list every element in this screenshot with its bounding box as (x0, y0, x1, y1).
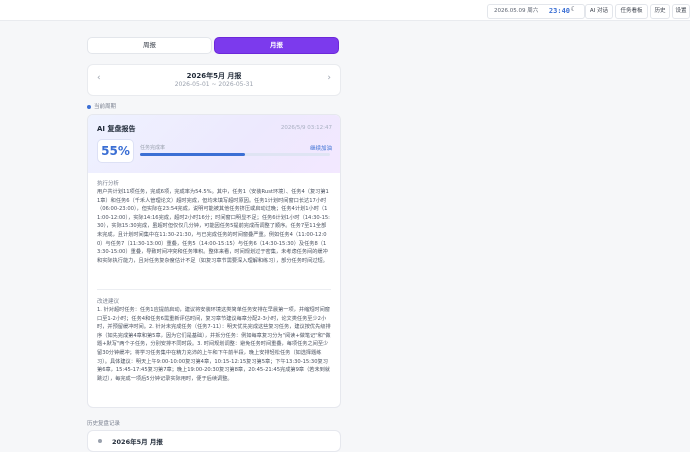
period-title: 2026年5月 月报 (186, 72, 242, 80)
section-divider (97, 289, 331, 290)
suggestion-text: 1. 针对超时任务：任务1应提前启动，建议将安装环境这类简单任务安排在早晨第一项… (97, 307, 331, 382)
date-text: 2026.05.09 周六 (494, 8, 539, 14)
progress-label: 任务完成率 (140, 145, 166, 151)
history-item[interactable]: 2026年5月 月报 (87, 430, 341, 452)
moon-icon[interactable]: ☾ (569, 5, 578, 14)
period-range: 2026-05-01 ~ 2026-05-31 (174, 81, 254, 88)
settings-button[interactable]: 设置 (672, 4, 690, 19)
report-type-tabs: 周报 月报 (87, 37, 339, 54)
progress-bar (140, 153, 330, 156)
history-dot-icon (98, 439, 102, 443)
tab-monthly[interactable]: 月报 (214, 37, 339, 54)
analysis-heading: 执行分析 (97, 181, 120, 187)
tab-weekly[interactable]: 周报 (87, 37, 212, 54)
history-label: 历史复盘记录 (87, 421, 121, 427)
current-period-text: 当前周期 (94, 104, 117, 110)
top-bar: 2026.05.09 周六 23:40 ☾ AI 对话 任务看板 历史 设置 (0, 0, 690, 21)
history-item-title: 2026年5月 月报 (112, 438, 163, 446)
suggestion-heading: 改进建议 (97, 299, 120, 305)
ai-report-card: AI 复盘报告 2026/5/9 03:12:47 55% 任务完成率 继续加油… (87, 114, 341, 408)
report-timestamp: 2026/5/9 03:12:47 (280, 125, 332, 131)
status-dot-icon (87, 104, 91, 109)
progress-status: 继续加油 (309, 146, 332, 152)
period-selector: ‹ 2026年5月 月报 2026-05-01 ~ 2026-05-31 › (87, 64, 341, 96)
clock-text: 23:40 (548, 7, 570, 15)
completion-percent: 55% (97, 139, 134, 163)
progress-bar-fill (140, 153, 245, 156)
history-button[interactable]: 历史 (650, 4, 670, 19)
report-header: AI 复盘报告 2026/5/9 03:12:47 55% 任务完成率 继续加油 (88, 115, 340, 173)
analysis-text: 用户共计划11项任务，完成6项，完成率为54.5%。其中，任务1（安装Rust环… (97, 189, 330, 264)
ai-chat-button[interactable]: AI 对话 (585, 4, 613, 19)
report-title: AI 复盘报告 (97, 125, 136, 133)
current-period-label: 当前周期 (87, 102, 116, 110)
chevron-right-icon[interactable]: › (327, 73, 331, 83)
task-board-button[interactable]: 任务看板 (615, 4, 648, 19)
